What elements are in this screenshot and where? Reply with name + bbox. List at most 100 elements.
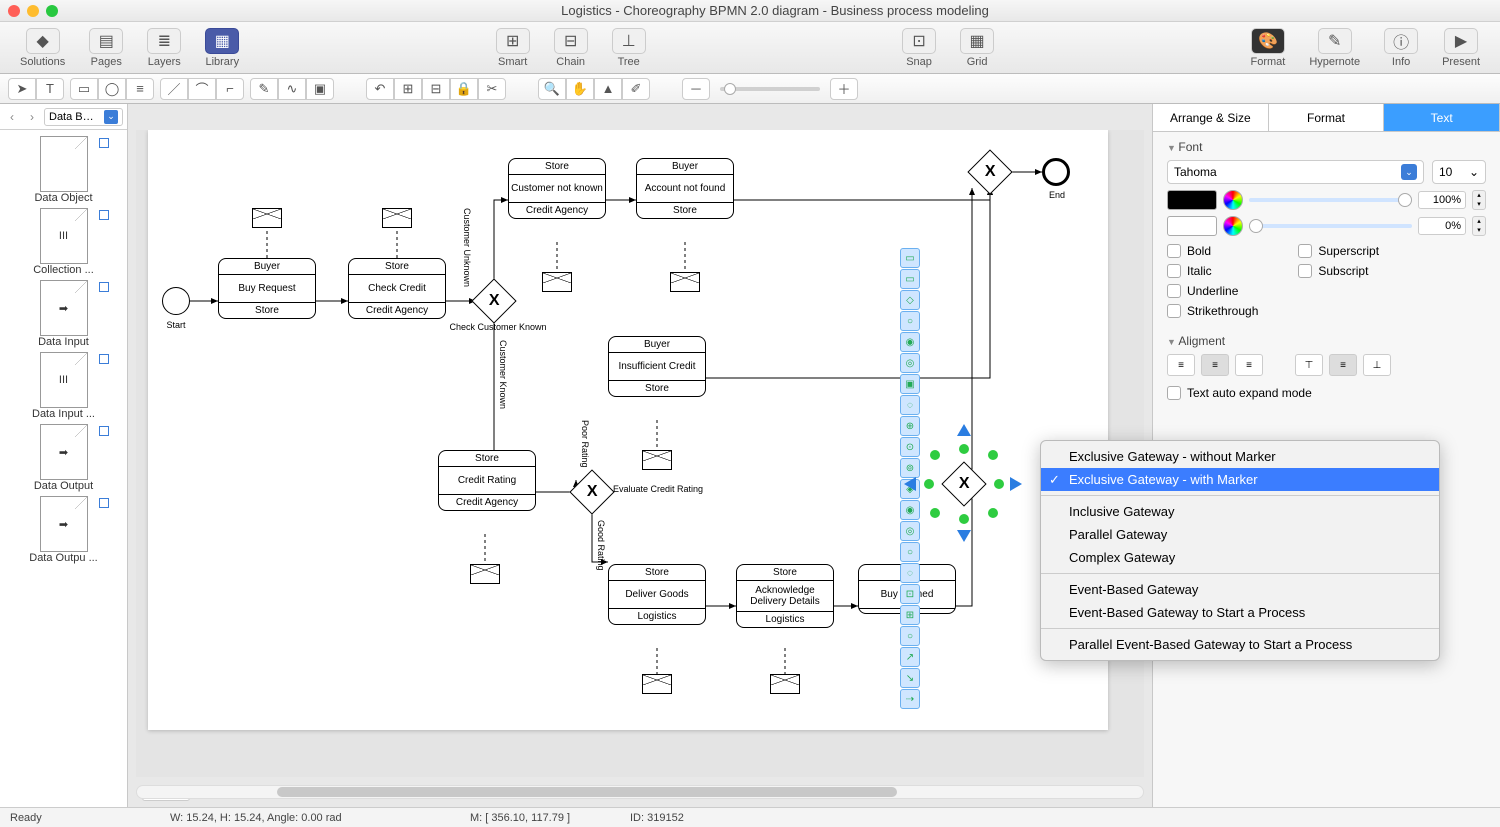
bezier-tool[interactable]: ∿	[278, 78, 306, 100]
menu-item[interactable]: Parallel Event-Based Gateway to Start a …	[1041, 633, 1439, 656]
textbox-tool[interactable]: ≡	[126, 78, 154, 100]
zoom-in-button[interactable]: ＋	[830, 78, 858, 100]
valign-top-button[interactable]: ⊤	[1295, 354, 1323, 376]
auto-expand-checkbox[interactable]: Text auto expand mode	[1167, 386, 1486, 400]
smart-shape-button[interactable]: ◎	[900, 353, 920, 373]
grid-button[interactable]: ▦Grid	[950, 26, 1004, 70]
font-family-select[interactable]: Tahoma⌄	[1167, 160, 1424, 184]
cut-tool[interactable]: ✂	[478, 78, 506, 100]
zoom-slider[interactable]	[720, 87, 820, 91]
align-right-button[interactable]: ≡	[1235, 354, 1263, 376]
library-forward-button[interactable]: ›	[24, 109, 40, 125]
snap-button[interactable]: ⊡Snap	[892, 26, 946, 70]
smart-shape-button[interactable]: ◌	[900, 395, 920, 415]
pages-button[interactable]: ▤Pages	[79, 26, 133, 70]
smart-shape-button[interactable]: ⊞	[900, 605, 920, 625]
smart-shape-button[interactable]: ▣	[900, 374, 920, 394]
smart-shape-button[interactable]: ⇢	[900, 689, 920, 709]
palette-item[interactable]: IIICollection ...	[0, 208, 127, 276]
pen-tool[interactable]: ✎	[250, 78, 278, 100]
library-back-button[interactable]: ‹	[4, 109, 20, 125]
lock-tool[interactable]: 🔒	[450, 78, 478, 100]
smart-shape-button[interactable]: ◎	[900, 521, 920, 541]
subscript-checkbox[interactable]: Subscript	[1298, 264, 1379, 278]
pointer-tool[interactable]: ➤	[8, 78, 36, 100]
smart-shape-button[interactable]: ↗	[900, 647, 920, 667]
font-size-select[interactable]: 10⌄	[1432, 160, 1486, 184]
task-deliver-goods[interactable]: Store Deliver Goods Logistics	[608, 564, 706, 625]
superscript-checkbox[interactable]: Superscript	[1298, 244, 1379, 258]
menu-item[interactable]: Inclusive Gateway	[1041, 500, 1439, 523]
menu-item[interactable]: Parallel Gateway	[1041, 523, 1439, 546]
canvas-viewport[interactable]: Start End X Check Customer Known X Evalu…	[136, 130, 1144, 777]
color-picker-icon[interactable]	[1223, 190, 1243, 210]
palette-item[interactable]: IIIData Input ...	[0, 352, 127, 420]
text-tool[interactable]: T	[36, 78, 64, 100]
smart-shape-button[interactable]: ○	[900, 311, 920, 331]
connector-tool[interactable]: ⌐	[216, 78, 244, 100]
palette-item[interactable]: ➡Data Input	[0, 280, 127, 348]
task-insufficient-credit[interactable]: Buyer Insufficient Credit Store	[608, 336, 706, 397]
stamp-tool[interactable]: ▣	[306, 78, 334, 100]
underline-checkbox[interactable]: Underline	[1167, 284, 1258, 298]
smart-shape-button[interactable]: ○	[900, 626, 920, 646]
line-tool[interactable]: ／	[160, 78, 188, 100]
smart-shape-button[interactable]: ⊚	[900, 458, 920, 478]
library-button[interactable]: ▦Library	[195, 26, 249, 70]
ungroup-tool[interactable]: ⊟	[422, 78, 450, 100]
tree-button[interactable]: ⊥Tree	[602, 26, 656, 70]
zoom-tool[interactable]: 🔍	[538, 78, 566, 100]
format-button[interactable]: 🎨Format	[1240, 26, 1295, 70]
present-button[interactable]: ▶Present	[1432, 26, 1490, 70]
strikethrough-checkbox[interactable]: Strikethrough	[1167, 304, 1258, 318]
smart-shape-button[interactable]: ⊕	[900, 416, 920, 436]
close-window-icon[interactable]	[8, 5, 20, 17]
font-header[interactable]: Font	[1167, 140, 1486, 154]
text-color-swatch[interactable]	[1167, 190, 1217, 210]
ellipse-tool[interactable]: ◯	[98, 78, 126, 100]
fill-tool[interactable]: ▲	[594, 78, 622, 100]
smart-shape-button[interactable]: ⊡	[900, 584, 920, 604]
bold-checkbox[interactable]: Bold	[1167, 244, 1258, 258]
minimize-window-icon[interactable]	[27, 5, 39, 17]
info-button[interactable]: ⓘInfo	[1374, 26, 1428, 70]
selected-gateway[interactable]: X	[948, 468, 980, 500]
color-picker-icon[interactable]	[1223, 216, 1243, 236]
eyedropper-tool[interactable]: ✐	[622, 78, 650, 100]
tab-arrange[interactable]: Arrange & Size	[1153, 104, 1269, 131]
smart-button[interactable]: ⊞Smart	[486, 26, 540, 70]
hypernote-button[interactable]: ✎Hypernote	[1299, 26, 1370, 70]
palette-item[interactable]: ➡Data Output	[0, 424, 127, 492]
menu-item[interactable]: Complex Gateway	[1041, 546, 1439, 569]
smart-shape-button[interactable]: ◌	[900, 563, 920, 583]
palette-item[interactable]: ➡Data Outpu ...	[0, 496, 127, 564]
task-acknowledge-delivery[interactable]: Store Acknowledge Delivery Details Logis…	[736, 564, 834, 628]
rect-tool[interactable]: ▭	[70, 78, 98, 100]
opacity-stepper[interactable]: ▴▾	[1472, 190, 1486, 210]
menu-item[interactable]: Event-Based Gateway	[1041, 578, 1439, 601]
start-event[interactable]	[162, 287, 190, 315]
layers-button[interactable]: ≣Layers	[137, 26, 191, 70]
hand-tool[interactable]: ✋	[566, 78, 594, 100]
highlight-color-swatch[interactable]	[1167, 216, 1217, 236]
align-center-button[interactable]: ≡	[1201, 354, 1229, 376]
tab-text[interactable]: Text	[1384, 104, 1500, 131]
valign-middle-button[interactable]: ≡	[1329, 354, 1357, 376]
align-left-button[interactable]: ≡	[1167, 354, 1195, 376]
smart-shape-button[interactable]: ○	[900, 542, 920, 562]
tab-format[interactable]: Format	[1269, 104, 1385, 131]
opacity-stepper[interactable]: ▴▾	[1472, 216, 1486, 236]
highlight-opacity-value[interactable]: 0%	[1418, 217, 1466, 235]
valign-bottom-button[interactable]: ⊥	[1363, 354, 1391, 376]
menu-item[interactable]: Event-Based Gateway to Start a Process	[1041, 601, 1439, 624]
end-event[interactable]	[1042, 158, 1070, 186]
undo-tool[interactable]: ↶	[366, 78, 394, 100]
smart-shape-button[interactable]: ◇	[900, 290, 920, 310]
menu-item[interactable]: Exclusive Gateway - without Marker	[1041, 445, 1439, 468]
smart-shape-button[interactable]: ▭	[900, 269, 920, 289]
horizontal-scrollbar[interactable]	[136, 785, 1144, 799]
task-credit-rating[interactable]: Store Credit Rating Credit Agency	[438, 450, 536, 511]
solutions-button[interactable]: ◆Solutions	[10, 26, 75, 70]
text-opacity-value[interactable]: 100%	[1418, 191, 1466, 209]
smart-shape-button[interactable]: ◉	[900, 332, 920, 352]
